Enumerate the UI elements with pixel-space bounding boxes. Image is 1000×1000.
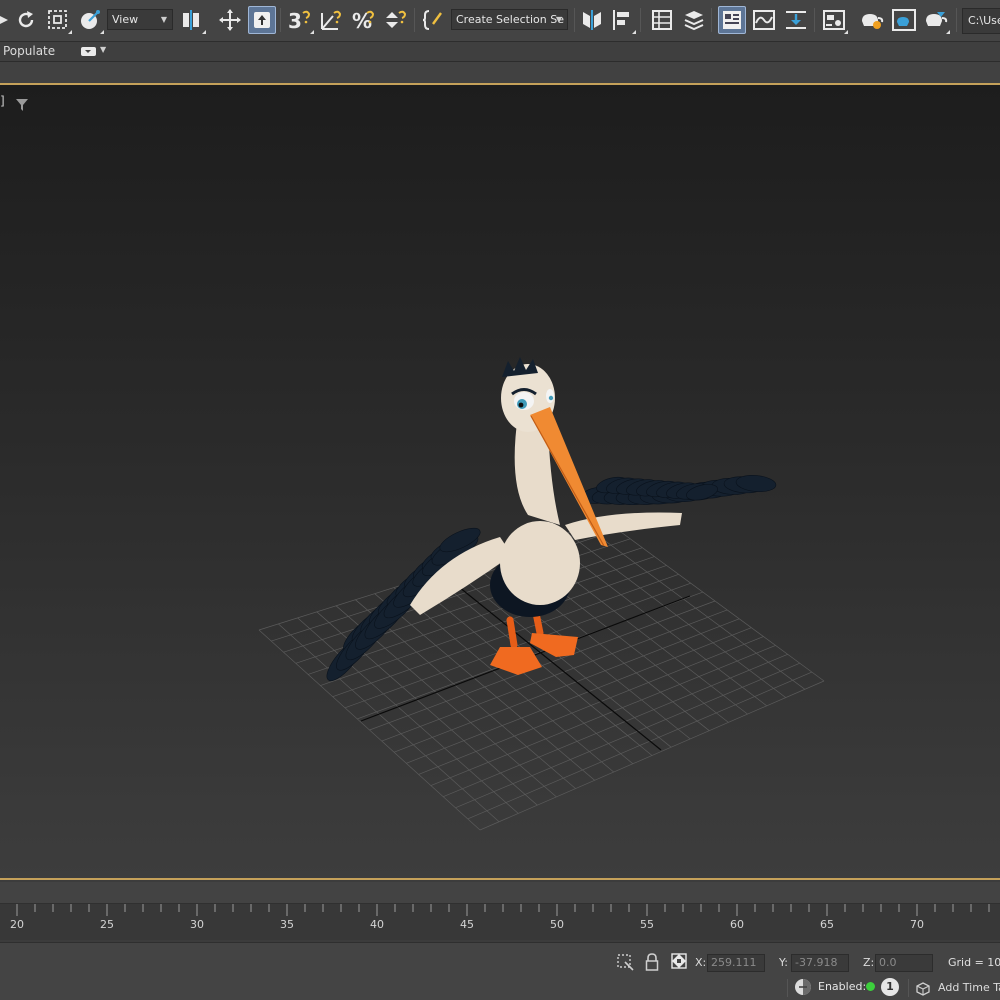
isolate-selection-icon[interactable] [615,952,635,976]
status-bar: X: 259.111 Y: -37.918 Z: 0.0 Grid = 10.0… [0,942,1000,1000]
material-editor-icon[interactable] [820,6,848,34]
ruler-tick-label: 35 [280,918,294,931]
y-coord-field[interactable]: -37.918 [791,954,849,972]
ribbon-bar: Populate ▼ [0,41,1000,61]
perspective-viewport[interactable]: ] [0,83,1000,880]
toolbar-separator [956,8,957,32]
status-separator [787,979,788,997]
x-coord-label: X: [695,956,707,969]
chevron-down-icon[interactable]: ▼ [100,45,106,54]
snap-3d-icon[interactable]: 3 [286,6,314,34]
enabled-count-badge[interactable]: 1 [881,978,899,996]
enabled-label: Enabled: [818,980,867,993]
ruler-tick-label: 60 [730,918,744,931]
stork-wing-left [326,527,512,682]
scene-explorer-icon[interactable] [648,6,676,34]
window-crossing-icon[interactable] [76,6,104,34]
time-slider-area: 20 25 30 35 40 45 50 55 60 65 70 [0,880,1000,942]
project-path-value: C:\Use [968,14,1000,27]
ruler-tick-label: 50 [550,918,564,931]
redo-icon[interactable] [12,6,40,34]
stork-model [326,357,777,682]
enabled-status-dot [866,982,875,991]
wing-white-coverts [565,512,682,540]
ribbon-tab-populate[interactable]: Populate [3,44,55,58]
layer-explorer-icon[interactable] [680,6,708,34]
rendered-frame-window-icon[interactable] [890,6,918,34]
add-time-tag-button[interactable]: Add Time Tag [938,981,1000,994]
time-slider-track[interactable] [0,882,1000,904]
align-icon[interactable] [608,6,636,34]
named-selection-dropdown[interactable]: Create Selection Se ▼ [451,9,568,30]
status-separator [908,979,909,997]
toolbar-separator [711,8,712,32]
render-production-icon[interactable] [922,6,950,34]
chevron-down-icon: ▼ [160,15,167,24]
toolbar-separator [280,8,281,32]
pivot-center-icon[interactable] [178,6,206,34]
ruler-tick-label: 40 [370,918,384,931]
toolbar-separator [574,8,575,32]
edit-named-selection-icon[interactable] [419,6,447,34]
stork-body [500,521,580,605]
named-selection-value: Create Selection Se [456,13,564,26]
stork-leg-left [506,616,518,649]
main-toolbar: View ▼ 3 % Create Selection Se ▼ C:\Us [0,0,1000,41]
track-bar-ruler[interactable]: 20 25 30 35 40 45 50 55 60 65 70 [0,904,1000,940]
svg-text:3: 3 [288,9,302,32]
move-icon[interactable] [216,6,244,34]
ruler-tick-label: 25 [100,918,114,931]
project-path-field[interactable]: C:\Use [962,8,1000,34]
scene-canvas[interactable] [0,85,1000,878]
render-setup-icon[interactable] [858,6,886,34]
angle-snap-icon[interactable] [318,6,346,34]
reference-coord-value: View [112,13,139,26]
ruler-tick-label: 30 [190,918,204,931]
status-bottom-row: Enabled: 1 Add Time Tag [0,976,1000,1000]
ruler-tick-marks [16,904,990,916]
select-manipulate-icon[interactable] [248,6,276,34]
z-coord-field[interactable]: 0.0 [875,954,933,972]
ruler-tick-label: 20 [10,918,24,931]
percent-snap-icon[interactable]: % [350,6,378,34]
adaptive-degradation-icon[interactable] [794,978,812,1000]
y-coord-label: Y: [779,956,788,969]
stork-foot-left [490,647,542,675]
ruler-tick-label: 45 [460,918,474,931]
mirror-icon[interactable] [578,6,606,34]
toolbar-separator [814,8,815,32]
time-tag-icon[interactable] [916,981,930,1000]
grid-spacing-label: Grid = 10.0 [948,956,1000,969]
ruler-tick-label: 70 [910,918,924,931]
toolbar-separator [640,8,641,32]
reference-coord-dropdown[interactable]: View ▼ [107,9,173,30]
stork-foot-right [530,633,578,657]
chevron-down-icon: ▼ [555,15,562,24]
curve-editor-icon[interactable] [750,6,778,34]
toolbar-separator [414,8,415,32]
ruler-tick-label: 55 [640,918,654,931]
x-coord-field[interactable]: 259.111 [707,954,765,972]
schematic-view-icon[interactable] [782,6,810,34]
ruler-ticks [16,904,990,916]
lock-icon[interactable] [645,953,659,975]
ribbon-minimize-toggle[interactable] [81,47,96,56]
absolute-mode-icon[interactable] [671,953,687,973]
spinner-snap-icon[interactable] [382,6,410,34]
ruler-tick-label: 65 [820,918,834,931]
ribbon-panel-area [0,61,1000,83]
command-panel-toggle-icon[interactable] [718,6,746,34]
select-region-icon[interactable] [44,6,72,34]
z-coord-label: Z: [863,956,875,969]
